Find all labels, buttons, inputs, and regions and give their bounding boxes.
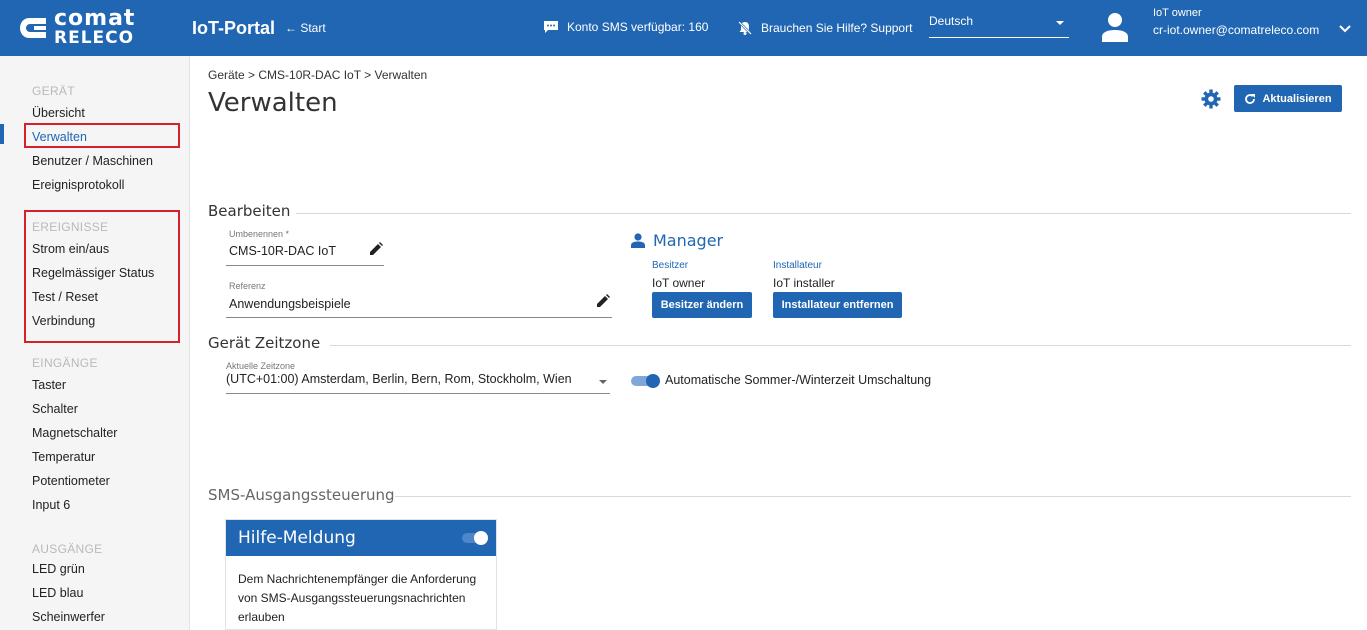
timezone-select[interactable]: (UTC+01:00) Amsterdam, Berlin, Bern, Rom… bbox=[226, 372, 610, 394]
refresh-button[interactable]: Aktualisieren bbox=[1234, 85, 1342, 112]
support-text: Brauchen Sie Hilfe? Support bbox=[761, 21, 913, 35]
sidebar-item-input-6[interactable]: Input 6 bbox=[32, 498, 70, 512]
sidebar-section-device: GERÄT bbox=[32, 84, 75, 98]
sidebar-item-button[interactable]: Taster bbox=[32, 378, 66, 392]
pencil-icon[interactable] bbox=[369, 242, 383, 256]
sidebar-section-outputs: AUSGÄNGE bbox=[32, 542, 103, 556]
user-name[interactable]: IoT owner bbox=[1153, 7, 1202, 19]
user-email[interactable]: cr-iot.owner@comatreleco.com bbox=[1153, 23, 1319, 37]
breadcrumb[interactable]: Geräte > CMS-10R-DAC IoT > Verwalten bbox=[208, 68, 427, 82]
rename-label: Umbenennen * bbox=[229, 229, 290, 239]
highlight-box-manage bbox=[24, 123, 180, 148]
section-title-edit: Bearbeiten bbox=[208, 202, 291, 220]
reference-input[interactable]: Anwendungsbeispiele bbox=[229, 297, 351, 311]
section-divider bbox=[296, 213, 1351, 214]
dst-toggle-label: Automatische Sommer-/Winterzeit Umschalt… bbox=[665, 373, 932, 387]
logo-text-comat: comat bbox=[54, 6, 136, 31]
section-divider bbox=[395, 496, 1351, 497]
rename-input[interactable]: CMS-10R-DAC IoT bbox=[229, 244, 336, 258]
page-title: Verwalten bbox=[208, 88, 338, 118]
section-title-sms-control: SMS-Ausgangssteuerung bbox=[208, 486, 395, 504]
highlight-box-events bbox=[24, 210, 180, 343]
help-message-toggle[interactable] bbox=[462, 531, 488, 545]
dst-toggle[interactable] bbox=[631, 374, 661, 388]
sidebar-item-overview[interactable]: Übersicht bbox=[32, 106, 85, 120]
remove-installer-button[interactable]: Installateur entfernen bbox=[773, 292, 902, 318]
language-value: Deutsch bbox=[929, 14, 974, 28]
sidebar-item-magnetic-switch[interactable]: Magnetschalter bbox=[32, 426, 117, 440]
caret-down-icon bbox=[1056, 21, 1064, 25]
active-indicator bbox=[0, 124, 4, 144]
card-title: Hilfe-Meldung bbox=[238, 528, 356, 548]
section-title-timezone: Gerät Zeitzone bbox=[208, 334, 321, 352]
comat-releco-logo[interactable]: comat RELECO bbox=[20, 7, 172, 49]
sidebar-item-led-blue[interactable]: LED blau bbox=[32, 586, 83, 600]
logo-text-releco: RELECO bbox=[54, 28, 135, 48]
sidebar-item-led-green[interactable]: LED grün bbox=[32, 562, 85, 576]
sidebar-item-spotlight[interactable]: Scheinwerfer bbox=[32, 610, 105, 624]
person-icon bbox=[631, 233, 645, 248]
gear-icon[interactable] bbox=[1201, 89, 1221, 109]
app-title: IoT-Portal bbox=[192, 18, 276, 38]
card-header: Hilfe-Meldung bbox=[226, 520, 496, 556]
sidebar-item-potentiometer[interactable]: Potentiometer bbox=[32, 474, 110, 488]
message-icon bbox=[544, 21, 558, 33]
owner-label: Besitzer bbox=[652, 260, 689, 271]
owner-value: IoT owner bbox=[652, 276, 706, 290]
chevron-down-icon[interactable] bbox=[1339, 24, 1351, 34]
reference-label: Referenz bbox=[229, 281, 266, 291]
manager-title: Manager bbox=[631, 231, 723, 250]
timezone-underline bbox=[226, 393, 610, 394]
logo-mark-icon bbox=[20, 18, 46, 38]
change-owner-button[interactable]: Besitzer ändern bbox=[652, 292, 752, 318]
sms-credit-text: Konto SMS verfügbar: 160 bbox=[567, 20, 709, 34]
top-header: comat RELECO IoT-Portal ← Start Konto SM… bbox=[0, 0, 1367, 56]
sidebar-item-switch[interactable]: Schalter bbox=[32, 402, 78, 416]
support-link[interactable]: Brauchen Sie Hilfe? Support bbox=[737, 20, 912, 36]
refresh-icon bbox=[1245, 93, 1256, 104]
timezone-value: (UTC+01:00) Amsterdam, Berlin, Bern, Rom… bbox=[226, 372, 572, 386]
installer-label: Installateur bbox=[773, 260, 822, 271]
sidebar-item-temperature[interactable]: Temperatur bbox=[32, 450, 95, 464]
installer-value: IoT installer bbox=[773, 276, 835, 290]
section-divider bbox=[330, 345, 1351, 346]
sidebar-item-event-log[interactable]: Ereignisprotokoll bbox=[32, 178, 124, 192]
pencil-icon[interactable] bbox=[596, 294, 610, 308]
sidebar-section-inputs: EINGÄNGE bbox=[32, 356, 98, 370]
bell-off-icon bbox=[738, 21, 752, 35]
card-description: Dem Nachrichtenempfänger die Anforderung… bbox=[238, 572, 477, 624]
sms-credit-info: Konto SMS verfügbar: 160 bbox=[543, 20, 708, 34]
user-avatar-icon[interactable] bbox=[1101, 12, 1129, 42]
sidebar-item-users-machines[interactable]: Benutzer / Maschinen bbox=[32, 154, 153, 168]
help-message-card: Hilfe-Meldung Dem Nachrichtenempfänger d… bbox=[225, 519, 497, 630]
caret-down-icon bbox=[599, 380, 607, 384]
reference-underline bbox=[226, 317, 612, 318]
refresh-label: Aktualisieren bbox=[1262, 92, 1332, 105]
timezone-label: Aktuelle Zeitzone bbox=[226, 361, 296, 371]
rename-underline bbox=[226, 265, 384, 266]
language-select[interactable]: Deutsch bbox=[929, 14, 1069, 38]
start-link[interactable]: ← Start bbox=[285, 21, 326, 35]
manager-title-text: Manager bbox=[653, 231, 724, 250]
